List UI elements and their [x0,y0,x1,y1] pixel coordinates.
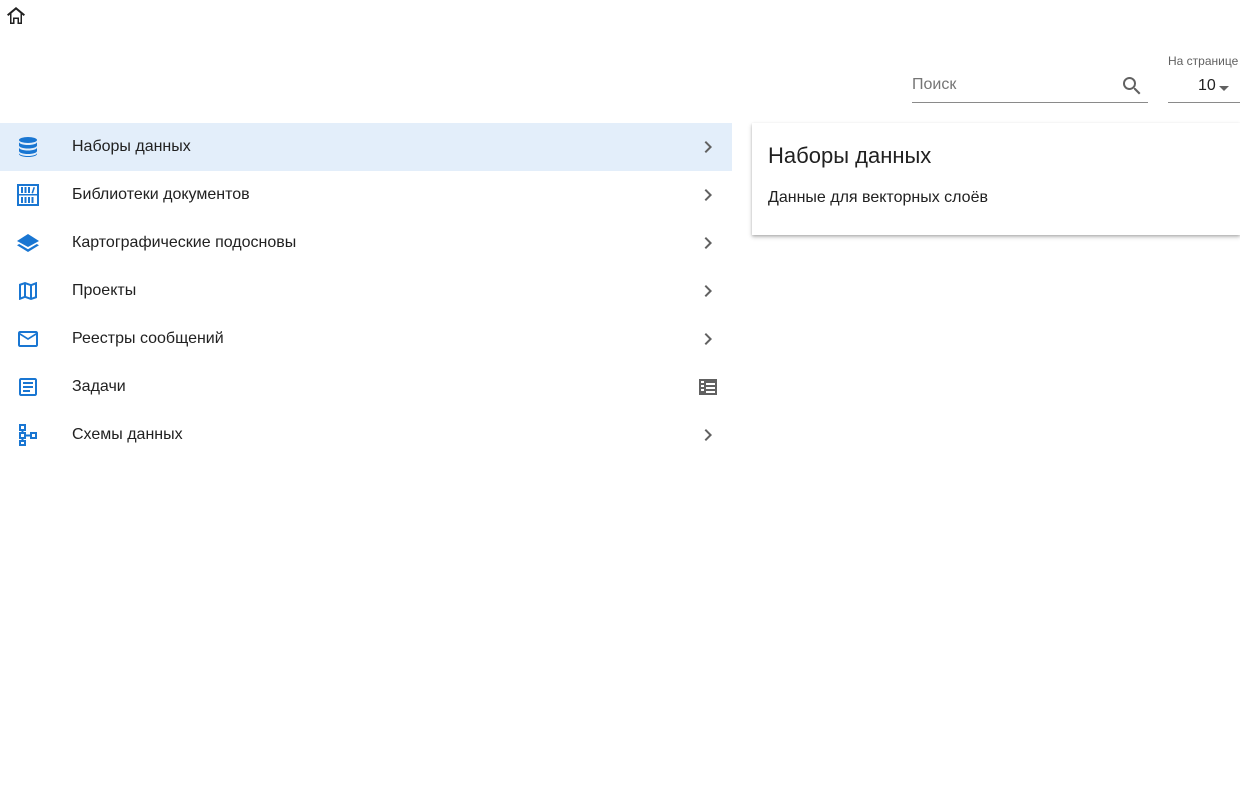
list-item-projects[interactable]: Проекты [0,267,732,315]
resource-type-list: Наборы данных Библиотеки документов Карт [0,123,732,459]
chevron-right-icon [704,333,712,345]
per-page-select[interactable]: 10 [1168,68,1240,103]
schema-icon [19,424,37,446]
list-item-label: Задачи [72,378,126,395]
list-item-label: Схемы данных [72,426,183,443]
per-page-control: На странице 10 [1168,52,1240,103]
info-card-title: Наборы данных [768,143,932,168]
home-button[interactable] [4,4,28,28]
document-library-icon [17,184,39,206]
chevron-right-icon [704,429,712,441]
per-page-label: На странице [1168,54,1239,68]
home-icon [7,7,25,24]
layers-icon [17,234,39,252]
chevron-right-icon [704,285,712,297]
list-item-label: Библиотеки документов [72,186,250,203]
list-item-label: Наборы данных [72,138,191,155]
map-icon [19,282,37,300]
arrow-drop-down-icon [1219,86,1229,91]
search-field [912,68,1148,103]
list-item-data-schemas[interactable]: Схемы данных [0,411,732,459]
chevron-right-icon [704,189,712,201]
mail-icon [18,331,38,347]
list-item-basemaps[interactable]: Картографические подосновы [0,219,732,267]
search-icon[interactable] [1120,74,1144,98]
list-item-document-libraries[interactable]: Библиотеки документов [0,171,732,219]
list-item-label: Реестры сообщений [72,330,224,347]
database-icon [19,137,37,157]
list-item-label: Проекты [72,282,137,299]
article-icon [19,378,37,396]
table-list-icon [699,379,717,395]
info-card-description: Данные для векторных слоёв [768,189,988,206]
resource-type-info-card: Наборы данных Данные для векторных слоёв [752,123,1240,235]
list-item-tasks[interactable]: Задачи [0,363,732,411]
chevron-right-icon [704,237,712,249]
list-item-datasets[interactable]: Наборы данных [0,123,732,171]
list-item-label: Картографические подосновы [72,234,297,251]
list-item-message-registries[interactable]: Реестры сообщений [0,315,732,363]
search-input[interactable] [912,68,1112,102]
chevron-right-icon [704,141,712,153]
